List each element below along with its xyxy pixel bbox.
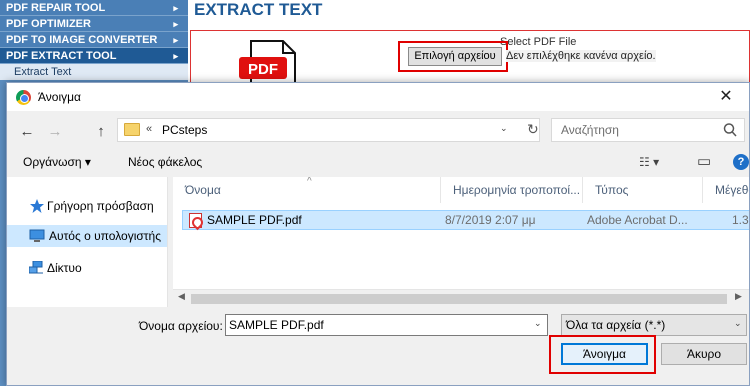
- search-placeholder: Αναζήτηση: [561, 123, 619, 137]
- menu-item-label: PDF OPTIMIZER: [6, 18, 91, 30]
- column-header-type[interactable]: Τύπος: [583, 177, 703, 203]
- menu-item-label: PDF EXTRACT TOOL: [6, 50, 117, 62]
- search-icon: [723, 123, 737, 137]
- submenu-item-extract-text[interactable]: Extract Text: [0, 64, 188, 80]
- choose-file-highlight: [398, 41, 508, 72]
- cancel-button[interactable]: Άκυρο: [661, 343, 747, 365]
- help-icon[interactable]: ?: [733, 154, 749, 170]
- dialog-title: Άνοιγμα: [38, 90, 81, 104]
- menu-item-label: PDF REPAIR TOOL: [6, 2, 106, 14]
- column-header-name[interactable]: Όνομα ^: [173, 177, 441, 203]
- column-header-label: Όνομα: [185, 183, 221, 197]
- preview-pane-icon[interactable]: ▭: [697, 152, 711, 170]
- open-button-highlight: [549, 335, 656, 374]
- scroll-left-icon[interactable]: ◀: [178, 291, 185, 302]
- up-arrow-icon[interactable]: ↑: [91, 123, 111, 140]
- pdf-document-icon: [189, 213, 202, 228]
- close-button[interactable]: ✕: [709, 85, 743, 109]
- nav-item-label: Αυτός ο υπολογιστής: [49, 229, 161, 243]
- menu-item-pdf-extract-tool[interactable]: PDF EXTRACT TOOL ▸: [0, 48, 188, 64]
- menu-arrow-icon: ▸: [173, 35, 178, 45]
- column-header-size[interactable]: Μέγεθος: [703, 177, 749, 203]
- page-title: EXTRACT TEXT: [194, 0, 323, 19]
- menu-arrow-icon: ▸: [173, 3, 178, 13]
- organize-menu[interactable]: Οργάνωση ▾: [23, 155, 91, 169]
- search-input[interactable]: Αναζήτηση: [551, 118, 745, 142]
- breadcrumb-overflow-icon[interactable]: «: [146, 123, 152, 135]
- file-date: 8/7/2019 2:07 μμ: [445, 213, 536, 227]
- chrome-icon: [16, 90, 31, 105]
- pdf-file-icon: PDF: [239, 40, 296, 86]
- nav-item-network[interactable]: Δίκτυο: [7, 257, 167, 279]
- select-pdf-label: Select PDF File: [500, 36, 577, 48]
- menu-arrow-icon: ▸: [173, 19, 178, 29]
- scrollbar-thumb[interactable]: [191, 294, 727, 304]
- file-name: SAMPLE PDF.pdf: [207, 213, 302, 227]
- folder-icon: [124, 123, 140, 136]
- new-folder-button[interactable]: Νέος φάκελος: [128, 155, 202, 169]
- horizontal-scrollbar[interactable]: ◀ ▶: [173, 289, 749, 307]
- nav-item-this-pc[interactable]: Αυτός ο υπολογιστής: [7, 225, 167, 247]
- open-file-dialog: Άνοιγμα ✕ ← → ↑ « PCsteps ⌄ ↻ Αναζήτηση …: [6, 82, 750, 386]
- address-dropdown-icon[interactable]: ⌄: [500, 123, 508, 134]
- navigation-pane: Γρήγορη πρόσβαση Αυτός ο υπολογιστής Δίκ…: [7, 177, 167, 307]
- forward-arrow-icon[interactable]: →: [45, 123, 65, 140]
- nav-item-label: Δίκτυο: [47, 261, 82, 275]
- filename-dropdown-icon[interactable]: ⌄: [534, 318, 542, 329]
- file-type: Adobe Acrobat D...: [587, 213, 688, 227]
- star-icon: [30, 199, 44, 213]
- refresh-icon[interactable]: ↻: [527, 121, 539, 138]
- pdf-badge-label: PDF: [248, 61, 278, 78]
- file-type-dropdown-icon[interactable]: ⌄: [734, 318, 742, 329]
- sort-ascending-icon: ^: [307, 177, 312, 187]
- scroll-right-icon[interactable]: ▶: [735, 291, 742, 302]
- computer-icon: [29, 229, 45, 242]
- pane-divider[interactable]: [167, 177, 168, 307]
- filename-label: Όνομα αρχείου:: [139, 319, 223, 333]
- table-row[interactable]: SAMPLE PDF.pdf 8/7/2019 2:07 μμ Adobe Ac…: [182, 210, 749, 230]
- nav-item-quick-access[interactable]: Γρήγορη πρόσβαση: [7, 195, 167, 217]
- view-options-icon[interactable]: ☷ ▾: [639, 155, 659, 169]
- file-list: Όνομα ^ Ημερομηνία τροποποί... Τύπος Μέγ…: [173, 177, 749, 289]
- filename-field[interactable]: SAMPLE PDF.pdf: [225, 314, 548, 336]
- menu-item-pdf-to-image-converter[interactable]: PDF TO IMAGE CONVERTER ▸: [0, 32, 188, 48]
- column-header-date[interactable]: Ημερομηνία τροποποί...: [441, 177, 583, 203]
- menu-item-label: PDF TO IMAGE CONVERTER: [6, 34, 158, 46]
- no-file-text: Δεν επιλέχθηκε κανένα αρχείο.: [506, 50, 656, 62]
- file-size: 1.35: [732, 213, 749, 227]
- dialog-titlebar[interactable]: Άνοιγμα ✕: [7, 83, 749, 111]
- nav-item-label: Γρήγορη πρόσβαση: [47, 199, 154, 213]
- menu-arrow-icon: ▸: [173, 51, 178, 61]
- menu-item-pdf-repair-tool[interactable]: PDF REPAIR TOOL ▸: [0, 0, 188, 16]
- dialog-toolbar: Οργάνωση ▾ Νέος φάκελος ☷ ▾ ▭ ?: [7, 149, 749, 177]
- back-arrow-icon[interactable]: ←: [17, 123, 37, 140]
- file-type-select[interactable]: Όλα τα αρχεία (*.*): [561, 314, 747, 336]
- menu-item-pdf-optimizer[interactable]: PDF OPTIMIZER ▸: [0, 16, 188, 32]
- breadcrumb[interactable]: PCsteps: [162, 123, 207, 137]
- network-icon: [29, 261, 43, 274]
- address-bar[interactable]: « PCsteps ⌄: [117, 118, 540, 142]
